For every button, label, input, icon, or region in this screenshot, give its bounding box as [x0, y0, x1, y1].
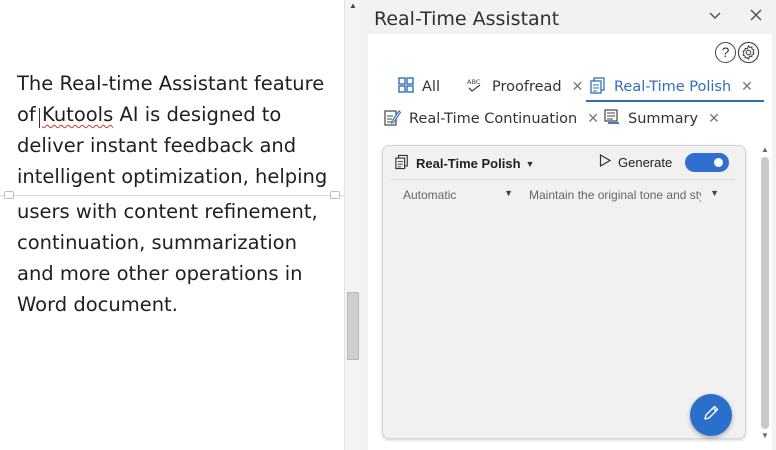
summary-icon — [604, 109, 620, 129]
generate-toggle[interactable] — [685, 153, 729, 172]
document-line: Word document. — [17, 293, 178, 316]
generate-label: Generate — [618, 154, 673, 170]
document-body[interactable]: The Real-time Assistant feature of Kutoo… — [17, 68, 337, 320]
assistant-content: ? All ABC Proofread ✕ Real-Time Polish ✕… — [368, 34, 772, 450]
spelling-flagged-word[interactable]: Kutools — [42, 103, 113, 126]
generate-button[interactable]: Generate — [599, 153, 673, 170]
abc-check-icon: ABC — [466, 77, 484, 97]
tab-label: Proofread — [492, 79, 562, 95]
automatic-select[interactable]: Automatic ▼ — [403, 188, 513, 202]
document-polish-icon — [590, 76, 606, 98]
document-line: deliver instant feedback and — [17, 134, 297, 157]
tab-proofread[interactable]: ABC Proofread ✕ — [466, 74, 583, 100]
panel-scrollbar[interactable]: ▲ ▼ — [760, 145, 770, 445]
panel-close-icon[interactable] — [746, 8, 766, 26]
toggle-knob — [714, 158, 723, 167]
document-polish-icon — [395, 154, 409, 173]
close-tab-icon[interactable]: ✕ — [741, 79, 753, 95]
document-line: The Real-time Assistant feature — [17, 72, 325, 95]
grid-icon — [398, 77, 414, 97]
document-line: of Kutools AI is designed to — [17, 99, 337, 130]
scroll-up-arrow-icon[interactable]: ▲ — [761, 145, 769, 154]
settings-gear-icon[interactable] — [737, 41, 760, 64]
mode-dropdown[interactable]: Real-Time Polish ▼ — [395, 154, 534, 173]
active-tab-indicator — [586, 100, 764, 102]
tab-all[interactable]: All — [398, 74, 440, 100]
compose-fab-button[interactable] — [690, 394, 732, 436]
dropdown-caret-icon: ▼ — [710, 188, 719, 198]
page-boundary-marker — [4, 191, 14, 199]
select-value: Maintain the original tone and style — [529, 188, 701, 202]
document-line: intelligent optimization, helping — [17, 165, 328, 188]
page-break-line — [0, 195, 344, 196]
tab-label: All — [422, 79, 440, 95]
line-suffix: AI is designed to — [113, 103, 282, 126]
scroll-up-arrow-icon[interactable]: ▲ — [348, 1, 358, 11]
page-boundary-marker — [330, 191, 340, 199]
document-scrollbar[interactable]: ▲ — [344, 0, 360, 450]
tab-label: Summary — [628, 111, 699, 127]
scroll-down-arrow-icon[interactable]: ▼ — [761, 431, 769, 440]
dropdown-caret-icon: ▼ — [525, 158, 535, 169]
close-tab-icon[interactable]: ✕ — [708, 111, 720, 127]
tab-summary[interactable]: Summary ✕ — [604, 106, 720, 132]
document-canvas[interactable]: The Real-time Assistant feature of Kutoo… — [0, 0, 344, 450]
divider — [391, 179, 735, 180]
text-cursor — [39, 108, 40, 128]
document-line: continuation, summarization — [17, 231, 297, 254]
tab-label: Real-Time Continuation — [409, 111, 578, 127]
close-tab-icon[interactable]: ✕ — [572, 79, 584, 95]
scrollbar-thumb[interactable] — [347, 292, 359, 360]
assistant-panel: Real-Time Assistant ? All ABC Proofread … — [360, 0, 776, 450]
polish-card: Real-Time Polish ▼ Generate Automatic ▼ … — [382, 145, 746, 439]
scrollbar-thumb[interactable] — [761, 157, 769, 429]
pencil-icon — [702, 404, 720, 427]
tone-select[interactable]: Maintain the original tone and style ▼ — [529, 188, 719, 202]
tab-label: Real-Time Polish — [614, 79, 732, 95]
select-value: Automatic — [403, 188, 457, 202]
dropdown-caret-icon: ▼ — [504, 188, 513, 198]
document-line: and more other operations in — [17, 262, 303, 285]
tab-real-time-continuation[interactable]: Real-Time Continuation ✕ — [384, 106, 599, 132]
tab-real-time-polish[interactable]: Real-Time Polish ✕ — [590, 74, 753, 100]
edit-document-icon — [384, 109, 402, 130]
svg-text:ABC: ABC — [467, 78, 481, 86]
mode-label: Real-Time Polish — [416, 156, 521, 171]
panel-options-chevron-icon[interactable] — [705, 8, 725, 26]
help-button[interactable]: ? — [715, 42, 736, 63]
play-icon — [599, 153, 612, 170]
panel-title: Real-Time Assistant — [374, 8, 560, 30]
document-line: users with content refinement, — [17, 200, 318, 223]
close-tab-icon[interactable]: ✕ — [587, 111, 599, 127]
